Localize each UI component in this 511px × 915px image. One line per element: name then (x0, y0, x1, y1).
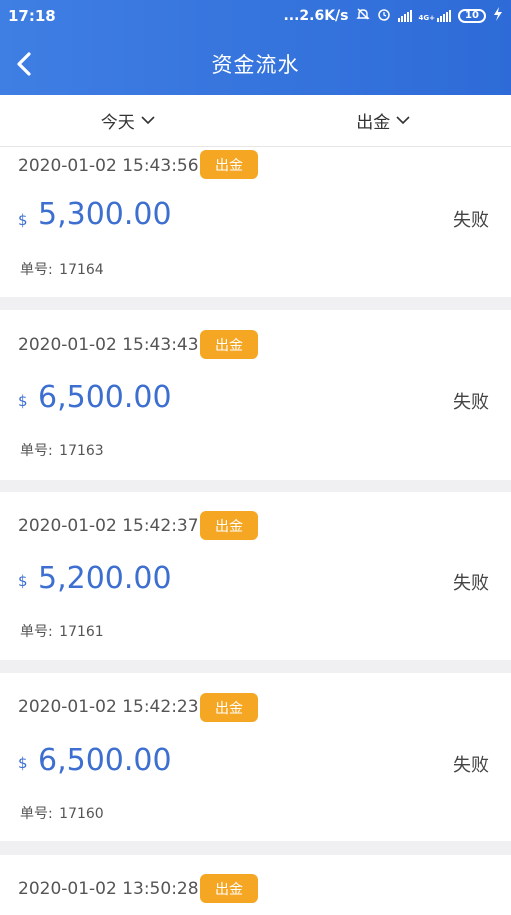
record-datetime: 2020-01-02 15:42:23 (18, 697, 199, 717)
record-amount: 6,500.00 (38, 743, 172, 778)
record-status: 失败 (453, 573, 489, 594)
currency-symbol: $ (18, 211, 28, 229)
status-time: 17:18 (8, 7, 56, 25)
signal-4g-icon: 4G+ (419, 10, 451, 22)
order-number: 17160 (59, 806, 104, 822)
record-order: 单号: 17161 (18, 621, 104, 641)
mute-icon (355, 7, 370, 25)
record-datetime: 2020-01-02 15:42:37 (18, 516, 199, 536)
record-amount: 5,300.00 (38, 197, 172, 232)
charging-icon (493, 7, 503, 25)
record-status: 失败 (453, 210, 489, 231)
order-number: 17164 (59, 262, 104, 278)
currency-symbol: $ (18, 392, 28, 410)
record-order: 单号: 17160 (18, 803, 104, 823)
type-filter-label: 出金 (356, 113, 391, 133)
status-icons: ...2.6K/s 4G+ 10 (283, 7, 503, 25)
order-label: 单号: (20, 806, 53, 822)
app-header: 17:18 ...2.6K/s 4G+ 10 资金流水 (0, 0, 511, 95)
record-datetime: 2020-01-02 15:43:43 (18, 335, 199, 355)
title-bar: 资金流水 (0, 32, 511, 95)
record-datetime: 2020-01-02 13:50:28 (18, 879, 199, 899)
date-filter-dropdown[interactable]: 今天 (0, 95, 256, 146)
record-type-badge: 出金 (200, 693, 258, 722)
currency-symbol: $ (18, 572, 28, 590)
order-label: 单号: (20, 624, 53, 640)
back-arrow-icon (17, 52, 31, 76)
battery-icon: 10 (458, 9, 486, 23)
record-amount: 5,200.00 (38, 561, 172, 596)
record-type-badge: 出金 (200, 511, 258, 540)
record-status: 失败 (453, 755, 489, 776)
record-amount: 6,500.00 (38, 380, 172, 415)
type-filter-dropdown[interactable]: 出金 (256, 95, 511, 146)
date-filter-label: 今天 (100, 113, 135, 133)
page-title: 资金流水 (211, 52, 300, 77)
back-button[interactable] (14, 51, 38, 77)
chevron-down-icon (141, 116, 155, 125)
record-card[interactable]: 2020-01-02 15:42:23 出金 $ 6,500.00 失败 单号:… (0, 673, 511, 841)
order-number: 17161 (59, 624, 104, 640)
record-card[interactable]: 2020-01-02 15:43:43 出金 $ 6,500.00 失败 单号:… (0, 310, 511, 480)
record-order: 单号: 17163 (18, 440, 104, 460)
record-order: 单号: 17164 (18, 259, 104, 279)
record-type-badge: 出金 (200, 874, 258, 903)
record-card[interactable]: 2020-01-02 15:43:56 出金 $ 5,300.00 失败 单号:… (0, 147, 511, 297)
record-type-badge: 出金 (200, 150, 258, 179)
record-card[interactable]: 2020-01-02 15:42:37 出金 $ 5,200.00 失败 单号:… (0, 492, 511, 660)
order-label: 单号: (20, 443, 53, 459)
record-type-badge: 出金 (200, 330, 258, 359)
record-card[interactable]: 2020-01-02 13:50:28 出金 (0, 855, 511, 915)
chevron-down-icon (396, 116, 410, 125)
net-speed: ...2.6K/s (283, 8, 349, 24)
record-status: 失败 (453, 392, 489, 413)
order-number: 17163 (59, 443, 104, 459)
order-label: 单号: (20, 262, 53, 278)
filter-bar: 今天 出金 (0, 95, 511, 147)
record-datetime: 2020-01-02 15:43:56 (18, 156, 199, 176)
signal-icon (397, 10, 412, 22)
status-bar: 17:18 ...2.6K/s 4G+ 10 (0, 0, 511, 32)
currency-symbol: $ (18, 754, 28, 772)
alarm-icon (377, 7, 391, 25)
